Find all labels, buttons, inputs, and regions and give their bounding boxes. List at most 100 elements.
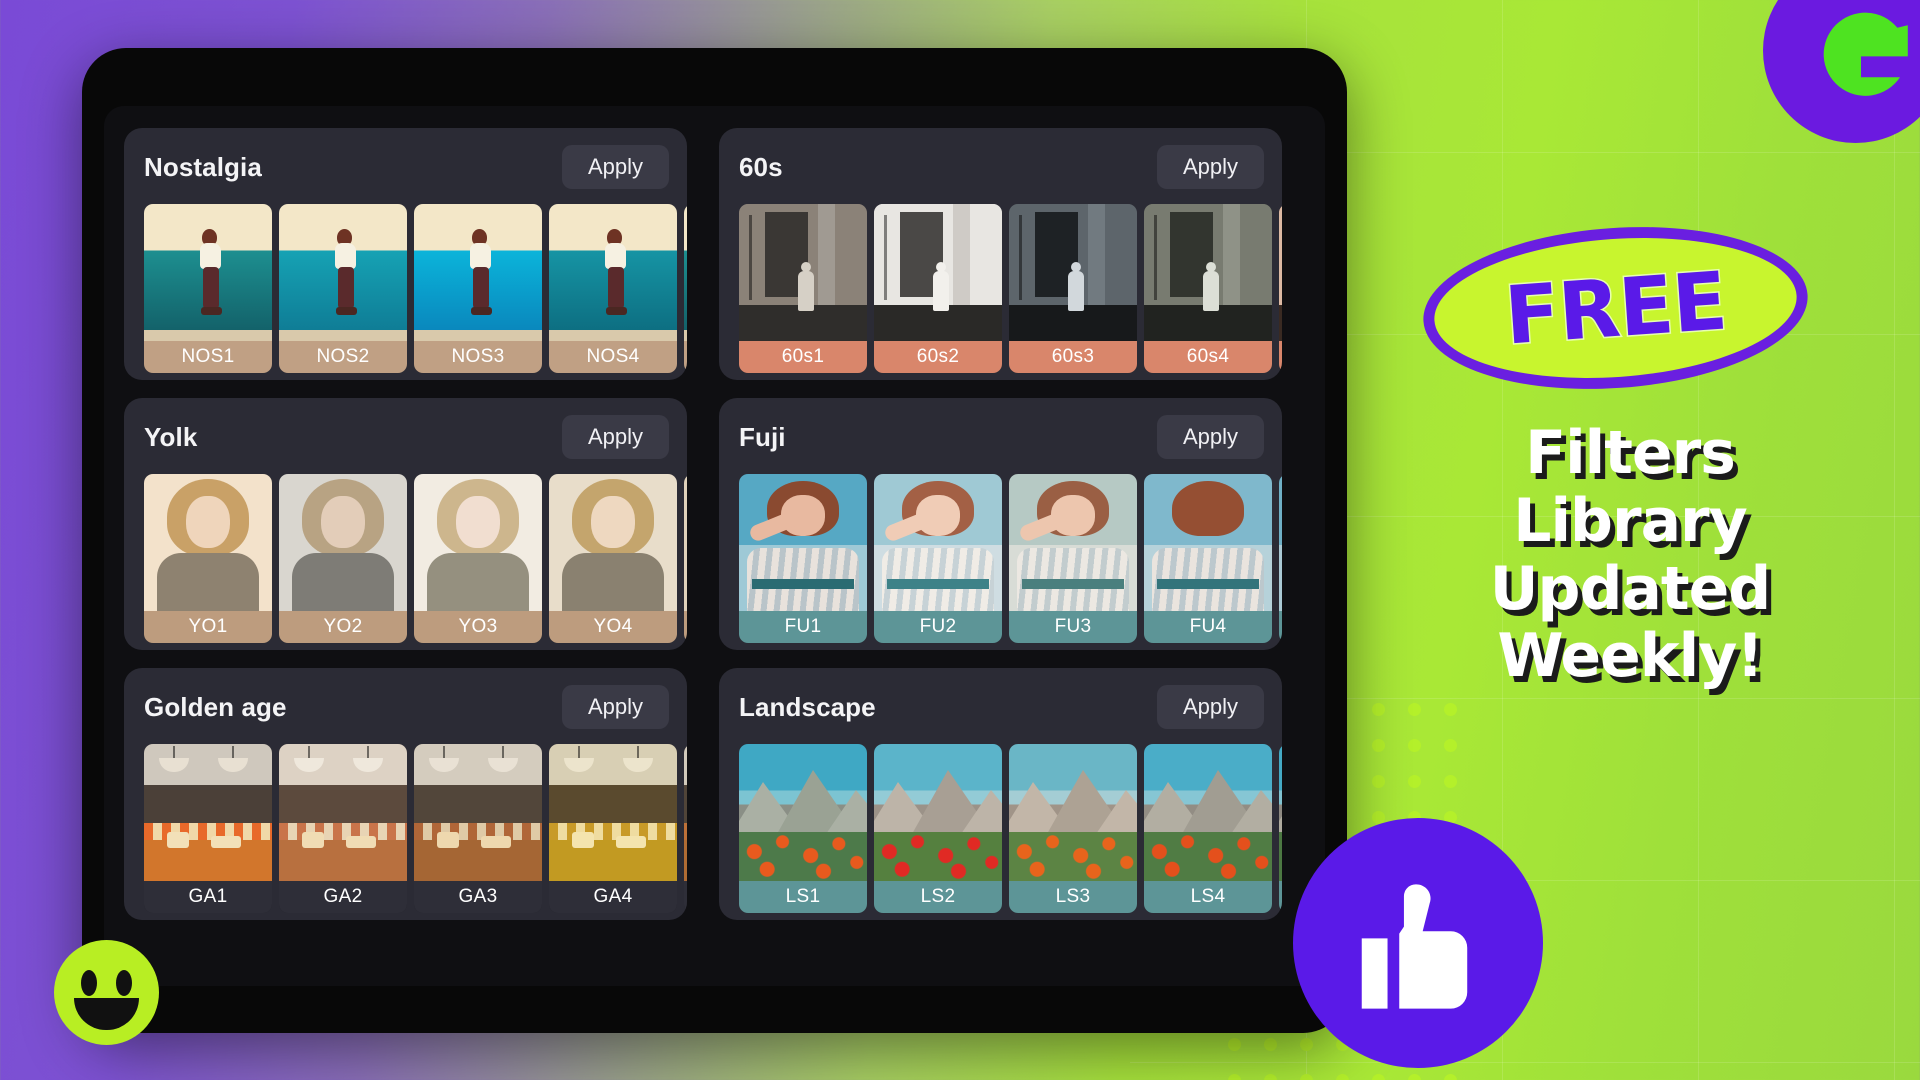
filter-thumbnail-label bbox=[684, 881, 687, 913]
filter-card: Golden age Apply GA1 GA2 GA3 GA4 bbox=[124, 668, 687, 920]
filter-card-header: Yolk Apply bbox=[124, 414, 687, 460]
brand-s-logo bbox=[1763, 0, 1920, 143]
filter-thumbnail[interactable]: GA1 bbox=[144, 744, 272, 913]
filter-thumbnail[interactable]: LS1 bbox=[739, 744, 867, 913]
filter-thumbnail[interactable]: LS4 bbox=[1144, 744, 1272, 913]
dot bbox=[1408, 775, 1421, 788]
filter-card-header: Fuji Apply bbox=[719, 414, 1282, 460]
filter-thumbnail-label: YO1 bbox=[144, 611, 272, 643]
promo-headline-line: Weekly! bbox=[1497, 621, 1763, 692]
filter-thumbnail[interactable] bbox=[684, 204, 687, 373]
promo-headline-line: Updated bbox=[1489, 553, 1771, 624]
filter-thumbnail[interactable]: LS3 bbox=[1009, 744, 1137, 913]
filter-card-title: Golden age bbox=[144, 691, 287, 722]
filter-cards-grid: Nostalgia Apply NOS1 NOS2 NOS3 NOS4 60s … bbox=[124, 128, 1305, 920]
filter-thumbnail-label: FU2 bbox=[874, 611, 1002, 643]
filter-card-title: Yolk bbox=[144, 421, 198, 452]
dot bbox=[1228, 1038, 1241, 1051]
dot bbox=[1444, 703, 1457, 716]
dot bbox=[1372, 775, 1385, 788]
dot bbox=[1444, 1074, 1457, 1080]
smiley-mouth bbox=[74, 998, 139, 1030]
dot bbox=[1372, 739, 1385, 752]
filter-thumbnail-label: YO3 bbox=[414, 611, 542, 643]
filters-app: Nostalgia Apply NOS1 NOS2 NOS3 NOS4 60s … bbox=[104, 106, 1325, 986]
filter-thumbnail[interactable]: 60s4 bbox=[1144, 204, 1272, 373]
filter-thumbnail[interactable] bbox=[684, 744, 687, 913]
filter-thumbnail[interactable]: GA2 bbox=[279, 744, 407, 913]
filter-card: 60s Apply 60s1 60s2 60s3 60s4 bbox=[719, 128, 1282, 380]
smiley-eye-left bbox=[81, 970, 97, 996]
filter-thumbnail[interactable]: YO2 bbox=[279, 474, 407, 643]
filter-thumbnail[interactable] bbox=[1279, 474, 1282, 643]
device-frame: Nostalgia Apply NOS1 NOS2 NOS3 NOS4 60s … bbox=[82, 48, 1347, 1033]
filter-thumbnail[interactable]: YO3 bbox=[414, 474, 542, 643]
filter-thumbnail[interactable]: FU3 bbox=[1009, 474, 1137, 643]
filter-thumbnail-label: GA4 bbox=[549, 881, 677, 913]
filter-thumbnail[interactable]: NOS2 bbox=[279, 204, 407, 373]
filter-thumbnail[interactable]: FU2 bbox=[874, 474, 1002, 643]
filter-thumbnail-label: FU1 bbox=[739, 611, 867, 643]
filter-card-title: Fuji bbox=[739, 421, 786, 452]
dot bbox=[1264, 1074, 1277, 1080]
filter-thumbnail[interactable]: LS2 bbox=[874, 744, 1002, 913]
filter-thumbnail[interactable]: YO4 bbox=[549, 474, 677, 643]
smiley-eye-right bbox=[116, 970, 132, 996]
smiley-face-icon bbox=[54, 940, 159, 1045]
filter-card-title: 60s bbox=[739, 151, 783, 182]
apply-button[interactable]: Apply bbox=[561, 685, 669, 729]
filter-thumbnail-label: NOS2 bbox=[279, 341, 407, 373]
apply-button[interactable]: Apply bbox=[1156, 145, 1264, 189]
filter-thumbnail[interactable]: 60s3 bbox=[1009, 204, 1137, 373]
filter-card: Nostalgia Apply NOS1 NOS2 NOS3 NOS4 bbox=[124, 128, 687, 380]
filter-card-title: Landscape bbox=[739, 691, 876, 722]
apply-button[interactable]: Apply bbox=[1156, 415, 1264, 459]
dot bbox=[1444, 739, 1457, 752]
dot bbox=[1444, 775, 1457, 788]
filter-thumbnail[interactable]: NOS3 bbox=[414, 204, 542, 373]
filter-thumbnail-label bbox=[684, 341, 687, 373]
filter-thumbnail[interactable] bbox=[1279, 204, 1282, 373]
filter-thumbnail[interactable]: NOS4 bbox=[549, 204, 677, 373]
filter-card-title: Nostalgia bbox=[144, 151, 262, 182]
filter-thumbnail-label bbox=[1279, 341, 1282, 373]
dot bbox=[1372, 1074, 1385, 1080]
filter-thumbnail[interactable]: GA3 bbox=[414, 744, 542, 913]
filter-thumbnail-label: LS2 bbox=[874, 881, 1002, 913]
filter-thumbnail-strip[interactable]: LS1 LS2 LS3 LS4 bbox=[719, 744, 1282, 913]
apply-button[interactable]: Apply bbox=[1156, 685, 1264, 729]
filter-thumbnail[interactable]: FU4 bbox=[1144, 474, 1272, 643]
dot bbox=[1408, 1074, 1421, 1080]
filter-thumbnail-label: GA3 bbox=[414, 881, 542, 913]
filter-thumbnail[interactable] bbox=[684, 474, 687, 643]
filter-thumbnail-label: GA2 bbox=[279, 881, 407, 913]
apply-button[interactable]: Apply bbox=[561, 145, 669, 189]
dot bbox=[1408, 703, 1421, 716]
filter-thumbnail-strip[interactable]: GA1 GA2 GA3 GA4 bbox=[124, 744, 687, 913]
filter-thumbnail[interactable]: NOS1 bbox=[144, 204, 272, 373]
filter-thumbnail-label bbox=[684, 611, 687, 643]
filter-thumbnail-strip[interactable]: NOS1 NOS2 NOS3 NOS4 bbox=[124, 204, 687, 373]
filter-thumbnail-strip[interactable]: FU1 FU2 FU3 FU4 bbox=[719, 474, 1282, 643]
filter-thumbnail[interactable]: FU1 bbox=[739, 474, 867, 643]
filter-thumbnail-strip[interactable]: 60s1 60s2 60s3 60s4 bbox=[719, 204, 1282, 373]
apply-button[interactable]: Apply bbox=[561, 415, 669, 459]
filter-thumbnail[interactable]: 60s1 bbox=[739, 204, 867, 373]
filter-thumbnail-label: YO4 bbox=[549, 611, 677, 643]
filter-thumbnail[interactable]: GA4 bbox=[549, 744, 677, 913]
filter-thumbnail-label: 60s3 bbox=[1009, 341, 1137, 373]
filter-thumbnail[interactable]: 60s2 bbox=[874, 204, 1002, 373]
filter-card-header: 60s Apply bbox=[719, 144, 1282, 190]
filter-card: Yolk Apply YO1 YO2 YO3 YO4 bbox=[124, 398, 687, 650]
promo-headline: Filters Library Updated Weekly! bbox=[1395, 419, 1865, 692]
dot bbox=[1408, 739, 1421, 752]
filter-thumbnail[interactable] bbox=[1279, 744, 1282, 913]
promo-headline-line: Library bbox=[1513, 485, 1748, 556]
dot bbox=[1264, 1038, 1277, 1051]
filter-thumbnail[interactable]: YO1 bbox=[144, 474, 272, 643]
filter-thumbnail-strip[interactable]: YO1 YO2 YO3 YO4 bbox=[124, 474, 687, 643]
filter-thumbnail-label bbox=[1279, 881, 1282, 913]
filter-thumbnail-label: LS4 bbox=[1144, 881, 1272, 913]
filter-thumbnail-label: 60s2 bbox=[874, 341, 1002, 373]
filter-thumbnail-label: NOS3 bbox=[414, 341, 542, 373]
